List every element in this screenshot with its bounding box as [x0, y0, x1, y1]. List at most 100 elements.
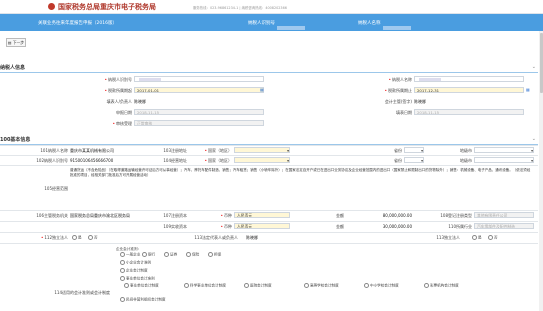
province-label: 省份	[394, 158, 402, 163]
scrollbar-thumb[interactable]	[539, 33, 543, 93]
next-icon: ▤	[7, 40, 12, 45]
country-select[interactable]: ▾	[234, 147, 290, 153]
bar-taxpayer-id: 纳税人识别号	[248, 20, 305, 30]
period-end-input[interactable]: 2017-12-31	[414, 87, 524, 93]
filler-value: 陈晓娜	[134, 99, 146, 104]
taxpayer-name-field[interactable]	[414, 76, 524, 82]
divider	[0, 145, 538, 146]
row-102-label: 102纳税人识别号	[36, 158, 68, 163]
standard-option[interactable]: 医院会计制度	[244, 283, 272, 289]
redacted-block	[382, 26, 411, 30]
tax-emblem-icon	[48, 3, 55, 10]
reg-type-select[interactable]: 其他有限责任公司	[474, 212, 534, 218]
legal-rep-value: 陈晓娜	[246, 235, 258, 240]
standard-option[interactable]: 科学事业单位会计制度	[184, 283, 226, 289]
standard-option[interactable]: 银行	[142, 252, 155, 258]
public-standard-group[interactable]: 事业单位会计准则	[120, 276, 155, 282]
divider	[0, 221, 538, 222]
standard-option[interactable]: 彩票机构会计制度	[424, 283, 459, 289]
standard-option[interactable]: 中小学校会计制度	[364, 283, 399, 289]
row-101-label: 101纳税人名称	[40, 148, 68, 153]
taxpayer-name-label: 纳税人名称	[320, 77, 412, 83]
ngo-option[interactable]: 民间非营利组织会计制度	[120, 297, 166, 303]
radio-icon	[488, 235, 493, 240]
radio-icon	[120, 260, 125, 265]
public-options: 事业单位会计制度 科学事业单位会计制度 医院会计制度 高等学校会计制度 中小学校会计制度…	[124, 283, 534, 288]
fill-date2-input[interactable]: 2018-11-15	[414, 109, 524, 115]
currency-select[interactable]: 人民币元	[234, 212, 290, 218]
radio-icon	[120, 252, 125, 257]
standard-option[interactable]: 高等学校会计制度	[304, 283, 339, 289]
row-114-label: 114适用的会计准则或会计制度	[54, 290, 110, 295]
city-label: 地级市	[460, 148, 472, 153]
section-title: 100基本信息	[0, 137, 31, 143]
currency-label: 币种	[190, 224, 232, 230]
currency-select[interactable]: 人民币元	[234, 223, 290, 229]
radio-yes[interactable]: 是	[72, 235, 82, 241]
province-select[interactable]: ▾	[404, 147, 424, 153]
country-label: 国家（地区）	[190, 148, 232, 154]
radio-icon	[472, 235, 477, 240]
standard-option[interactable]: 一般企业	[120, 252, 140, 258]
next-button[interactable]: ▤ 下一步	[6, 38, 26, 47]
divider	[0, 210, 538, 211]
standard-option[interactable]: 事业单位会计制度	[124, 283, 159, 289]
radio-icon	[184, 283, 189, 288]
divider	[0, 232, 538, 233]
province-label: 省份	[394, 148, 402, 153]
standard-option[interactable]: 担保	[208, 252, 221, 258]
standard-option[interactable]: 保险	[186, 252, 199, 258]
divider	[0, 155, 538, 156]
city-select[interactable]: ▾	[474, 157, 534, 163]
divider	[0, 165, 538, 166]
collapse-icon[interactable]: ⌄	[532, 136, 536, 142]
row-107-label: 107注册资本	[163, 213, 187, 218]
taxpayer-id-label: 纳税人识别号	[40, 77, 132, 83]
amount-label: 金额	[336, 213, 344, 218]
period-start-input[interactable]: 2017-01-01	[134, 87, 264, 93]
radio-icon	[208, 252, 213, 257]
radio-no[interactable]: 否	[488, 235, 498, 241]
row-109-label: 109实收资本	[163, 224, 187, 229]
bar-taxpayer-name: 纳税人名称	[358, 20, 411, 30]
calendar-icon[interactable]: ▦	[526, 87, 530, 92]
chevron-down-icon: ▾	[531, 158, 533, 163]
fill-date2-label: 填表日期	[396, 110, 412, 115]
form-title-bar: 关联业务往来年度报告申报（2016版） 纳税人识别号 纳税人名称	[0, 14, 543, 31]
radio-icon	[120, 297, 125, 302]
site-header: 国家税务总局重庆市电子税务局 服务热线：023-96861234-1 | 纳税咨…	[0, 0, 543, 14]
enterprise-options: 一般企业 银行 证券 保险 担保	[120, 252, 420, 257]
radio-icon	[142, 252, 147, 257]
chevron-down-icon: ▾	[421, 148, 423, 153]
section-basic-info[interactable]: 100基本信息 ⌄	[0, 136, 538, 145]
row-106-label: 106主管税务机关	[36, 213, 68, 218]
chevron-down-icon: ▾	[287, 148, 289, 153]
radio-yes[interactable]: 是	[472, 235, 482, 241]
radio-no[interactable]: 否	[88, 235, 98, 241]
form-title: 关联业务往来年度报告申报（2016版）	[38, 21, 117, 26]
radio-icon	[364, 283, 369, 288]
divider	[0, 243, 538, 244]
radio-icon	[304, 283, 309, 288]
period-end-label: 税款所属期止	[320, 88, 412, 94]
standard-option[interactable]: 证券	[164, 252, 177, 258]
collapse-icon[interactable]: ⌄	[532, 64, 536, 70]
taxpayer-id-field[interactable]	[134, 76, 264, 82]
industry-select[interactable]: 汽车零部件及配件制造	[474, 223, 534, 229]
section-taxpayer-info[interactable]: 纳税人信息 ⌄	[0, 64, 538, 73]
city-select[interactable]: ▾	[474, 147, 534, 153]
accounting-label: 会计主管(签字)	[384, 99, 412, 104]
amount-label: 金额	[336, 224, 344, 229]
calendar-icon[interactable]: ▦	[260, 87, 264, 92]
corp-system-option[interactable]: 企业会计制度	[120, 268, 148, 274]
country-select[interactable]: ▾	[234, 157, 290, 163]
province-select[interactable]: ▾	[404, 157, 424, 163]
approve-input[interactable]: 正常审核	[134, 120, 264, 126]
section-title: 纳税人信息	[0, 65, 26, 71]
small-enterprise-option[interactable]: 小企业会计准则	[120, 260, 151, 266]
row-102-value: 91500106456666700	[70, 158, 114, 163]
radio-icon	[424, 283, 429, 288]
city-label: 地级市	[460, 158, 472, 163]
page-scrollbar[interactable]	[539, 31, 543, 311]
fill-date-input[interactable]: 2018-11-15	[134, 109, 264, 115]
